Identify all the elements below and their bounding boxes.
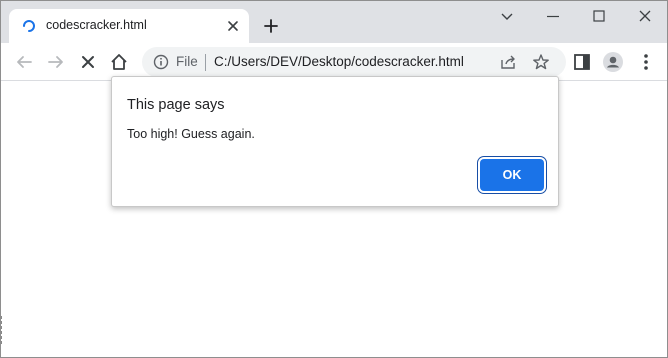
arrow-left-icon[interactable]: [13, 51, 35, 73]
browser-window: codescracker.html File C:/Users/DEV/Desk…: [0, 0, 668, 358]
side-panel-icon[interactable]: [571, 51, 593, 73]
address-divider: [205, 54, 206, 71]
close-icon[interactable]: [77, 51, 99, 73]
plus-icon[interactable]: [262, 17, 280, 35]
minimize-icon[interactable]: [544, 7, 562, 25]
kebab-menu-icon[interactable]: [635, 51, 657, 73]
info-icon[interactable]: [153, 54, 169, 70]
close-icon[interactable]: [636, 7, 654, 25]
alert-dialog: This page says Too high! Guess again. OK: [111, 76, 559, 207]
close-icon[interactable]: [225, 18, 241, 34]
loading-spinner-icon: [23, 20, 35, 32]
arrow-right-icon[interactable]: [45, 51, 67, 73]
maximize-icon[interactable]: [590, 7, 608, 25]
url-text[interactable]: C:/Users/DEV/Desktop/codescracker.html: [214, 54, 464, 69]
resize-edge: [1, 316, 3, 344]
tab-title: codescracker.html: [46, 18, 147, 32]
dialog-message: Too high! Guess again.: [127, 127, 255, 141]
scheme-label: File: [176, 54, 198, 69]
share-icon[interactable]: [499, 53, 517, 71]
chevron-down-icon[interactable]: [498, 7, 516, 25]
profile-icon[interactable]: [602, 51, 624, 73]
tab-codescracker[interactable]: codescracker.html: [9, 9, 249, 43]
tab-strip: codescracker.html: [1, 1, 667, 43]
home-icon[interactable]: [108, 51, 130, 73]
dialog-title: This page says: [127, 97, 225, 113]
ok-button[interactable]: OK: [480, 159, 544, 191]
star-icon[interactable]: [532, 53, 550, 71]
address-bar[interactable]: File C:/Users/DEV/Desktop/codescracker.h…: [142, 47, 566, 77]
